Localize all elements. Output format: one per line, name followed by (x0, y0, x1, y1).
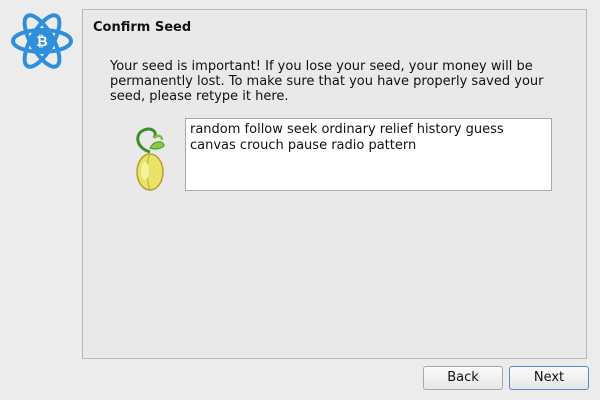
back-button[interactable]: Back (423, 366, 503, 390)
page-title: Confirm Seed (93, 20, 192, 35)
next-button[interactable]: Next (509, 366, 589, 390)
electrum-logo-icon: ₿ (8, 10, 76, 72)
confirm-seed-panel: Confirm Seed Your seed is important! If … (82, 9, 587, 359)
seed-warning-message: Your seed is important! If you lose your… (110, 59, 544, 104)
seed-sprout-icon (130, 122, 170, 194)
seed-input[interactable]: random follow seek ordinary relief histo… (185, 118, 552, 191)
svg-text:₿: ₿ (36, 34, 47, 50)
